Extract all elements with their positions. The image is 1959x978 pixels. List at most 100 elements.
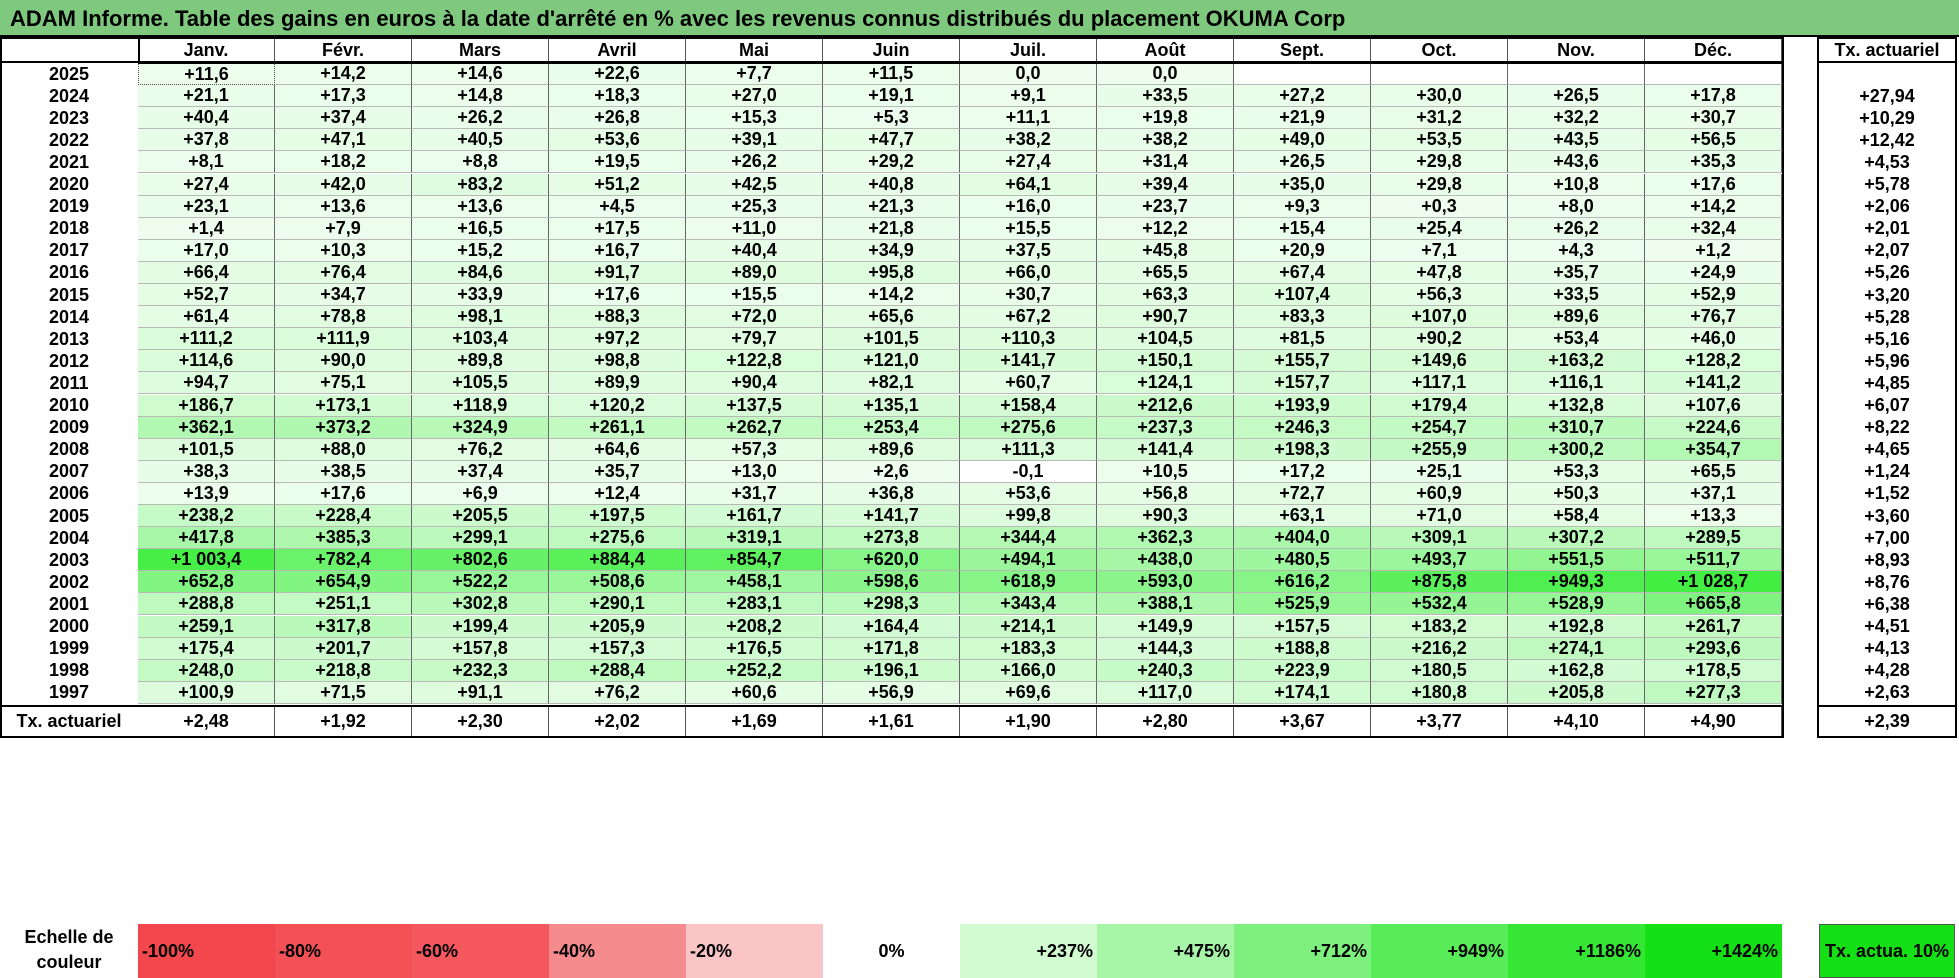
table-cell: +43,5 — [1508, 129, 1645, 152]
table-cell: +598,6 — [823, 571, 960, 594]
table-cell: +493,7 — [1371, 549, 1508, 572]
row-year-label: 2019 — [48, 196, 90, 217]
table-cell: +33,5 — [1097, 85, 1234, 108]
footer-top-rule — [0, 704, 1784, 707]
table-cell: +237,3 — [1097, 416, 1234, 439]
table-cell: +175,4 — [138, 637, 275, 660]
table-cell: +71,0 — [1371, 505, 1508, 528]
table-cell: +15,3 — [686, 107, 823, 130]
table-cell: +171,8 — [823, 637, 960, 660]
column-header: Janv. — [138, 39, 275, 62]
table-cell: +101,5 — [823, 328, 960, 351]
row-year-label: 2015 — [48, 284, 90, 305]
table-cell: +802,6 — [412, 549, 549, 572]
table-cell: +511,7 — [1645, 549, 1782, 572]
table-cell: +12,2 — [1097, 217, 1234, 240]
table-cell: +111,2 — [138, 328, 275, 351]
table-cell: +72,0 — [686, 306, 823, 329]
table-cell: +275,6 — [549, 527, 686, 550]
table-cell: +37,1 — [1645, 482, 1782, 505]
table-cell: +38,2 — [960, 129, 1097, 152]
column-header: Mars — [412, 39, 549, 62]
table-cell: +56,5 — [1645, 129, 1782, 152]
table-cell: +75,1 — [275, 372, 412, 395]
table-cell: +192,8 — [1508, 615, 1645, 638]
table-cell: +157,3 — [549, 637, 686, 660]
table-cell: +57,3 — [686, 438, 823, 461]
table-cell: +0,3 — [1371, 195, 1508, 218]
table-cell — [1645, 63, 1782, 86]
table-cell: +8,0 — [1508, 195, 1645, 218]
row-year-label: 2005 — [48, 505, 90, 526]
table-cell: +480,5 — [1234, 549, 1371, 572]
table-cell: +128,2 — [1645, 350, 1782, 373]
table-cell: +261,1 — [549, 416, 686, 439]
footer-cell: +3,67 — [1234, 706, 1371, 736]
rate-column-header: Tx. actuariel — [1834, 40, 1940, 60]
table-cell: +288,8 — [138, 593, 275, 616]
table-cell: +161,7 — [686, 505, 823, 528]
row-year-label: 2012 — [48, 350, 90, 371]
table-cell: +26,2 — [1508, 217, 1645, 240]
table-cell: +458,1 — [686, 571, 823, 594]
color-scale-swatch: +1186% — [1508, 924, 1645, 978]
row-year-label: 2011 — [49, 372, 89, 393]
table-cell: +7,1 — [1371, 239, 1508, 262]
table-cell: +15,5 — [960, 217, 1097, 240]
row-year-label: 2014 — [48, 306, 90, 327]
footer-cell: +2,80 — [1097, 706, 1234, 736]
table-cell: +40,8 — [823, 173, 960, 196]
row-year-label: 2009 — [48, 417, 90, 438]
table-cell: +246,3 — [1234, 416, 1371, 439]
table-cell: +344,4 — [960, 527, 1097, 550]
table-cell: +83,2 — [412, 173, 549, 196]
table-cell: +37,4 — [275, 107, 412, 130]
rate-cell: +6,38 — [1864, 593, 1910, 614]
table-cell: +13,9 — [138, 482, 275, 505]
rate-cell: +4,51 — [1864, 616, 1910, 637]
rate-cell: +5,28 — [1864, 306, 1910, 327]
table-cell: +494,1 — [960, 549, 1097, 572]
table-cell: +10,5 — [1097, 460, 1234, 483]
table-cell: +183,2 — [1371, 615, 1508, 638]
table-cell: +82,1 — [823, 372, 960, 395]
table-cell: +21,8 — [823, 217, 960, 240]
row-year-label: 2007 — [48, 461, 90, 482]
table-cell: +522,2 — [412, 571, 549, 594]
table-cell: +7,7 — [686, 63, 823, 86]
table-cell: +884,4 — [549, 549, 686, 572]
table-cell: +528,9 — [1508, 593, 1645, 616]
table-cell: +33,5 — [1508, 284, 1645, 307]
table-cell: +65,6 — [823, 306, 960, 329]
table-cell: +273,8 — [823, 527, 960, 550]
table-cell: +30,0 — [1371, 85, 1508, 108]
table-cell: +32,2 — [1508, 107, 1645, 130]
table-cell: +45,8 — [1097, 239, 1234, 262]
table-cell: +111,3 — [960, 438, 1097, 461]
table-cell: +373,2 — [275, 416, 412, 439]
rate-cell: +5,26 — [1864, 262, 1910, 283]
table-cell: +620,0 — [823, 549, 960, 572]
table-cell: +652,8 — [138, 571, 275, 594]
table-cell: +121,0 — [823, 350, 960, 373]
table-cell: +135,1 — [823, 394, 960, 417]
table-cell: +208,2 — [686, 615, 823, 638]
table-cell: +60,7 — [960, 372, 1097, 395]
table-cell: +65,5 — [1097, 261, 1234, 284]
table-cell: 0,0 — [960, 63, 1097, 86]
rate-cell: +8,76 — [1864, 571, 1910, 592]
table-cell: +27,4 — [960, 151, 1097, 174]
table-cell: +76,2 — [412, 438, 549, 461]
table-cell: +23,1 — [138, 195, 275, 218]
table-cell: +324,9 — [412, 416, 549, 439]
rate-cell: +2,63 — [1864, 682, 1910, 703]
table-cell: +60,9 — [1371, 482, 1508, 505]
row-year-label: 2020 — [48, 174, 90, 195]
table-cell: +42,0 — [275, 173, 412, 196]
table-cell: +56,9 — [823, 681, 960, 704]
table-cell: -0,1 — [960, 460, 1097, 483]
row-year-label: 2024 — [48, 85, 90, 106]
table-cell: +25,1 — [1371, 460, 1508, 483]
table-cell: +15,4 — [1234, 217, 1371, 240]
table-cell: +76,4 — [275, 261, 412, 284]
